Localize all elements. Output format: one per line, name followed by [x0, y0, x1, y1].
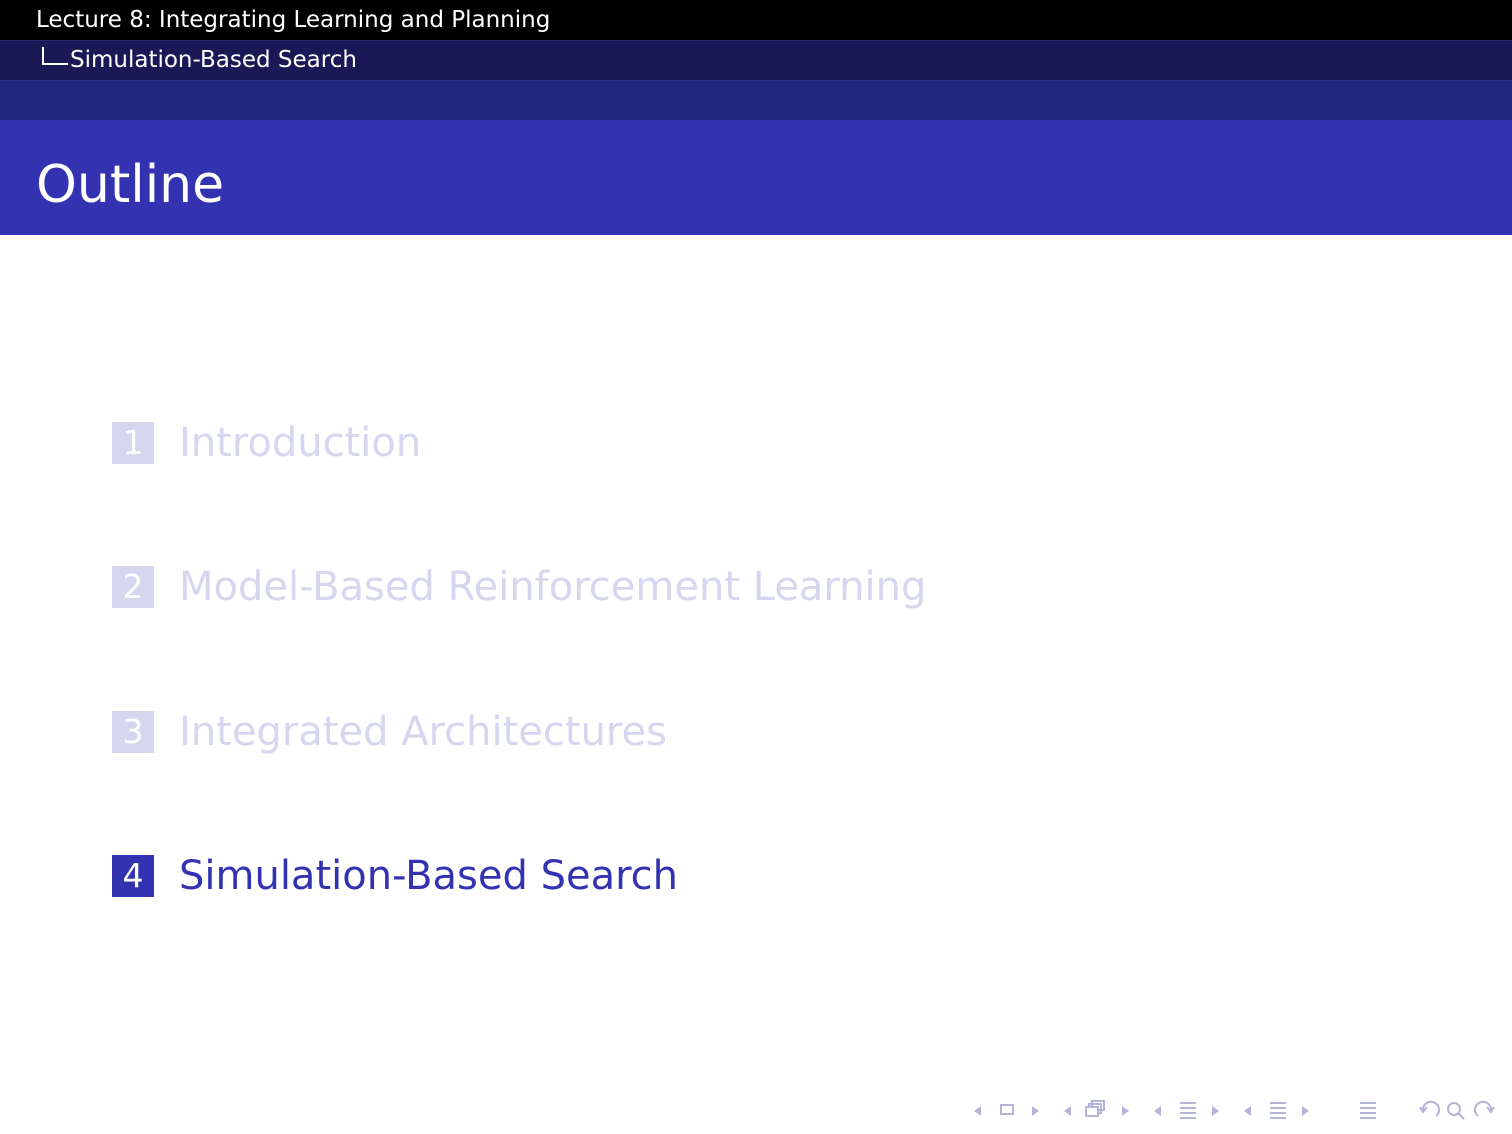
prev-frame-arrow-icon[interactable] — [974, 1106, 981, 1116]
toc-item-label: Model-Based Reinforcement Learning — [179, 564, 927, 610]
toc-item-label: Simulation-Based Search — [179, 853, 679, 899]
back-icon[interactable] — [1418, 1096, 1442, 1126]
frame-title-bar: Outline — [0, 120, 1512, 235]
appendix-icon[interactable] — [1360, 1102, 1376, 1132]
next-frame-arrow-icon[interactable] — [1032, 1106, 1039, 1116]
next-subsection-arrow-icon[interactable] — [1122, 1106, 1129, 1116]
section-icon[interactable] — [1180, 1102, 1196, 1132]
search-icon[interactable] — [1444, 1096, 1468, 1126]
next-document-arrow-icon[interactable] — [1302, 1106, 1309, 1116]
frame-title: Outline — [36, 155, 225, 215]
beamer-navigation-bar — [970, 1096, 1500, 1126]
subsection-band — [0, 80, 1512, 120]
frame-icon[interactable] — [1000, 1104, 1014, 1115]
toc-item-label: Integrated Architectures — [179, 709, 667, 755]
prev-document-arrow-icon[interactable] — [1244, 1106, 1251, 1116]
toc-item-number: 4 — [112, 855, 154, 897]
toc-item-number: 1 — [112, 422, 154, 464]
subsection-icon[interactable] — [1084, 1096, 1108, 1126]
toc-item-label: Introduction — [179, 420, 422, 466]
next-section-arrow-icon[interactable] — [1212, 1106, 1219, 1116]
prev-section-arrow-icon[interactable] — [1154, 1106, 1161, 1116]
section-headline[interactable]: Simulation-Based Search — [0, 40, 1512, 80]
toc-item-number: 3 — [112, 711, 154, 753]
toc-item-number: 2 — [112, 566, 154, 608]
lecture-headline[interactable]: Lecture 8: Integrating Learning and Plan… — [0, 0, 1512, 40]
lecture-title: Lecture 8: Integrating Learning and Plan… — [36, 7, 551, 33]
tree-corner-icon — [42, 47, 68, 65]
section-title: Simulation-Based Search — [70, 47, 357, 73]
document-icon[interactable] — [1270, 1102, 1286, 1132]
prev-subsection-arrow-icon[interactable] — [1064, 1106, 1071, 1116]
forward-icon[interactable] — [1472, 1096, 1496, 1126]
